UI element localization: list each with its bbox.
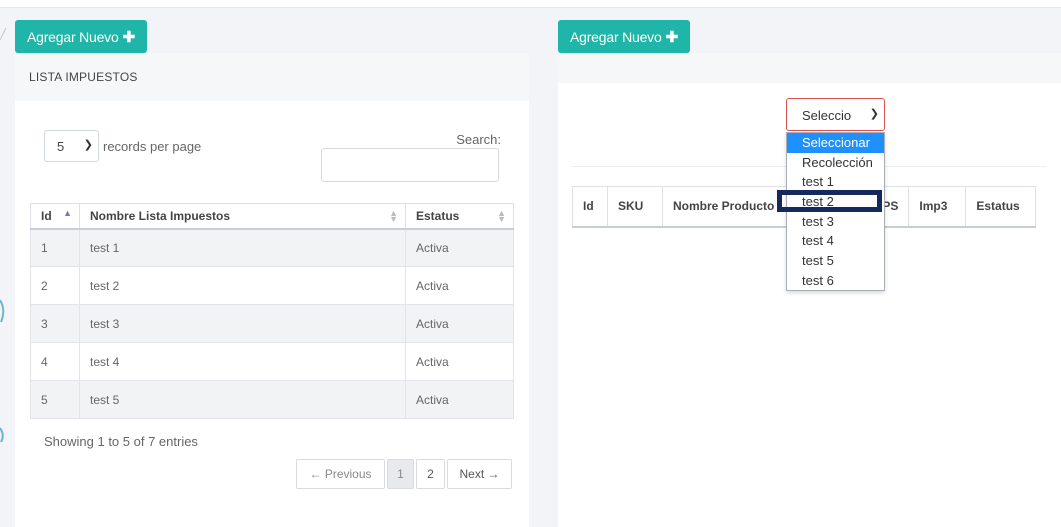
select-value: Seleccio [802, 108, 852, 123]
table-row[interactable]: 5 test 5 Activa [30, 380, 514, 419]
chevron-down-icon: ❯ [869, 108, 879, 120]
records-per-page-label: records per page [103, 139, 202, 154]
table-row[interactable]: 4 test 4 Activa [30, 342, 514, 381]
pagination: ← Previous 1 2 Next → [294, 459, 512, 489]
search-input[interactable] [321, 148, 499, 182]
top-bar [0, 0, 1061, 8]
add-new-tax-list-button[interactable]: Agregar Nuevo ✚ [15, 20, 147, 53]
dropdown-option-seleccionar[interactable]: Seleccionar [787, 133, 884, 153]
dropdown-option-test-3[interactable]: test 3 [787, 212, 884, 232]
next-page-button[interactable]: Next → [447, 459, 512, 489]
previous-page-button[interactable]: ← Previous [296, 459, 385, 489]
highlight-annotation-box [777, 190, 882, 212]
plus-icon: ✚ [665, 28, 679, 46]
card-title: LISTA IMPUESTOS [15, 53, 529, 101]
page-button-2[interactable]: 2 [416, 459, 445, 489]
tax-list-card: LISTA IMPUESTOS 5 ❯ records per page Sea… [15, 53, 529, 527]
column-header-sku[interactable]: SKU [607, 186, 663, 228]
tax-list-select[interactable]: Seleccio ❯ [786, 98, 885, 131]
dropdown-option-recoleccion[interactable]: Recolección [787, 153, 884, 173]
column-header-id[interactable]: Id [572, 186, 608, 228]
search-label: Search: [456, 132, 501, 147]
chevron-down-icon: ❯ [83, 139, 93, 151]
column-header-name[interactable]: Nombre Lista Impuestos ▲ ▼ [79, 203, 406, 230]
table-info: Showing 1 to 5 of 7 entries [44, 434, 198, 449]
tax-list-table: Id ▲ Nombre Lista Impuestos ▲ ▼ Estatus ▲ ▼ 1… [30, 203, 514, 419]
records-per-page-value: 5 [57, 139, 65, 154]
dropdown-option-test-5[interactable]: test 5 [787, 251, 884, 271]
column-header-imp3[interactable]: Imp3 [908, 186, 967, 228]
card-header [558, 53, 1061, 83]
table-row[interactable]: 3 test 3 Activa [30, 304, 514, 343]
page-button-1[interactable]: 1 [387, 459, 414, 489]
add-button-label: Agregar Nuevo [27, 28, 119, 45]
sort-icon: ▲ ▼ [497, 208, 506, 224]
table-row[interactable]: 2 test 2 Activa [30, 266, 514, 305]
dropdown-option-test-4[interactable]: test 4 [787, 231, 884, 251]
column-header-id[interactable]: Id ▲ [30, 203, 80, 230]
column-header-status[interactable]: Estatus ▲ ▼ [405, 203, 514, 230]
table-row[interactable]: 1 test 1 Activa [30, 228, 514, 267]
add-button-label: Agregar Nuevo [570, 28, 662, 45]
left-edge-decoration [0, 27, 7, 443]
add-new-product-button[interactable]: Agregar Nuevo ✚ [558, 20, 690, 53]
column-header-status[interactable]: Estatus [965, 186, 1037, 228]
sort-ascending-icon: ▲ [63, 208, 72, 218]
plus-icon: ✚ [122, 28, 136, 46]
dropdown-option-test-6[interactable]: test 6 [787, 271, 884, 291]
sort-icon: ▲ ▼ [389, 208, 398, 224]
records-per-page-select[interactable]: 5 ❯ [44, 130, 99, 162]
